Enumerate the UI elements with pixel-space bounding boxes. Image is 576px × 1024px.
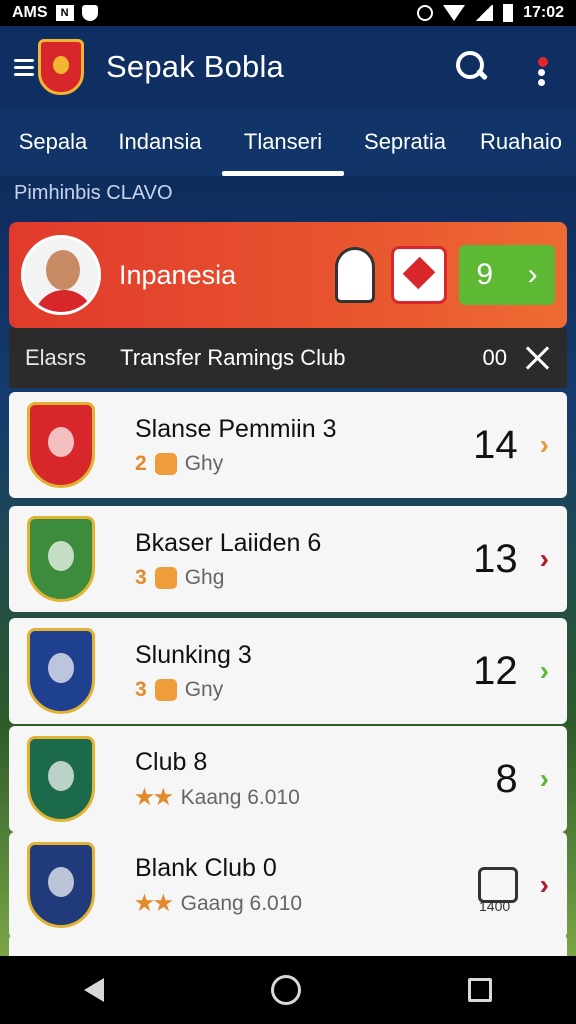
club-score: 13 xyxy=(473,536,518,581)
more-options-icon[interactable] xyxy=(522,47,562,87)
club-name: Bkaser Laiiden 6 xyxy=(135,528,322,557)
carrier-label: AMS xyxy=(12,4,48,21)
back-icon[interactable] xyxy=(83,978,104,1002)
list-item[interactable]: Bkaser Laiiden 6 3 Ghg 13 › xyxy=(9,506,567,612)
star-icons: ★★ xyxy=(135,786,173,809)
stats-value: 1400 xyxy=(479,898,511,914)
club-crest-icon xyxy=(27,736,95,822)
search-icon[interactable] xyxy=(452,47,492,87)
recent-apps-icon[interactable] xyxy=(468,978,493,1002)
strip-count: 00 xyxy=(482,345,507,370)
club-rank: 2 xyxy=(135,451,147,475)
club-meta: Ghy xyxy=(184,451,224,475)
star-icons: ★★ xyxy=(135,892,173,915)
menu-icon[interactable] xyxy=(14,58,34,76)
club-meta: Kaang 6.010 xyxy=(180,785,300,809)
chevron-right-icon[interactable]: › xyxy=(540,763,549,795)
chevron-right-icon[interactable]: › xyxy=(540,543,549,575)
club-name: Slanse Pemmiin 3 xyxy=(135,414,337,443)
tab-sepala[interactable]: Sepala xyxy=(0,108,106,176)
section-label: Pimhinbis CLAVO xyxy=(14,182,173,204)
featured-title: Inpanesia xyxy=(119,259,237,290)
badge-icon xyxy=(154,678,177,701)
list-item[interactable]: Blank Club 0 ★★ Gaang 6.010 1400 › xyxy=(9,832,567,938)
avatar xyxy=(21,235,101,315)
strip-tag: Elasrs xyxy=(25,345,87,370)
chevron-right-icon[interactable]: › xyxy=(540,655,549,687)
featured-action-button[interactable]: 9 › xyxy=(459,245,555,305)
club-crest-icon xyxy=(27,402,95,488)
chevron-right-icon[interactable]: › xyxy=(540,429,549,461)
clock: 17:02 xyxy=(523,4,564,21)
close-icon[interactable] xyxy=(525,345,551,371)
club-crest-icon xyxy=(27,628,95,714)
club-logo xyxy=(38,39,84,95)
tab-sepratia[interactable]: Sepratia xyxy=(344,108,466,176)
list-item[interactable]: Club 8 ★★ Kaang 6.010 8 › xyxy=(9,726,567,832)
wifi-icon xyxy=(443,5,466,21)
badge-icon xyxy=(154,452,177,475)
system-nav-bar xyxy=(0,956,576,1024)
alarm-icon xyxy=(417,5,434,21)
list-item[interactable]: Slanse Pemmiin 3 2 Ghy 14 › xyxy=(9,392,567,498)
club-score: 8 xyxy=(495,756,518,801)
club-name: Slunking 3 xyxy=(135,640,252,669)
battery-icon xyxy=(503,4,514,22)
app-bar: Sepak Bobla xyxy=(0,26,576,108)
tab-ruahaio[interactable]: Ruahaio xyxy=(466,108,576,176)
shield-icon xyxy=(81,5,98,21)
transfer-strip: Elasrs Transfer Ramings Club 00 xyxy=(9,328,567,388)
tab-tlanseri[interactable]: Tlanseri xyxy=(222,108,344,176)
club-meta: Gaang 6.010 xyxy=(180,891,303,915)
tab-indansia[interactable]: Indansia xyxy=(106,108,214,176)
club-meta: Ghg xyxy=(184,565,225,589)
mascot-icon xyxy=(335,247,375,303)
club-badge-icon xyxy=(391,246,447,304)
list-item-partial xyxy=(9,934,567,956)
tab-bar: Sepala Indansia Tlanseri Sepratia Ruahai… xyxy=(0,108,576,176)
chevron-right-icon[interactable]: › xyxy=(540,869,549,901)
club-score: 14 xyxy=(473,422,518,467)
list-item[interactable]: Slunking 3 3 Gny 12 › xyxy=(9,618,567,724)
badge-icon xyxy=(154,566,177,589)
featured-card[interactable]: Inpanesia 9 › xyxy=(9,222,567,328)
home-icon[interactable] xyxy=(270,975,301,1005)
club-name: Club 8 xyxy=(135,748,208,776)
chevron-right-icon: › xyxy=(527,258,538,291)
club-crest-icon xyxy=(27,842,95,928)
club-rank: 3 xyxy=(135,565,147,589)
club-crest-icon xyxy=(27,516,95,602)
notification-box-icon: N xyxy=(55,5,74,21)
signal-icon xyxy=(475,5,494,21)
strip-title: Transfer Ramings Club xyxy=(120,345,346,370)
status-bar: AMS N 17:02 xyxy=(0,0,576,26)
app-title: Sepak Bobla xyxy=(106,49,284,84)
club-name: Blank Club 0 xyxy=(135,854,277,882)
action-glyph: 9 xyxy=(476,258,494,291)
club-rank: 3 xyxy=(135,677,147,701)
club-score: 12 xyxy=(473,648,518,693)
club-meta: Gny xyxy=(184,677,224,701)
